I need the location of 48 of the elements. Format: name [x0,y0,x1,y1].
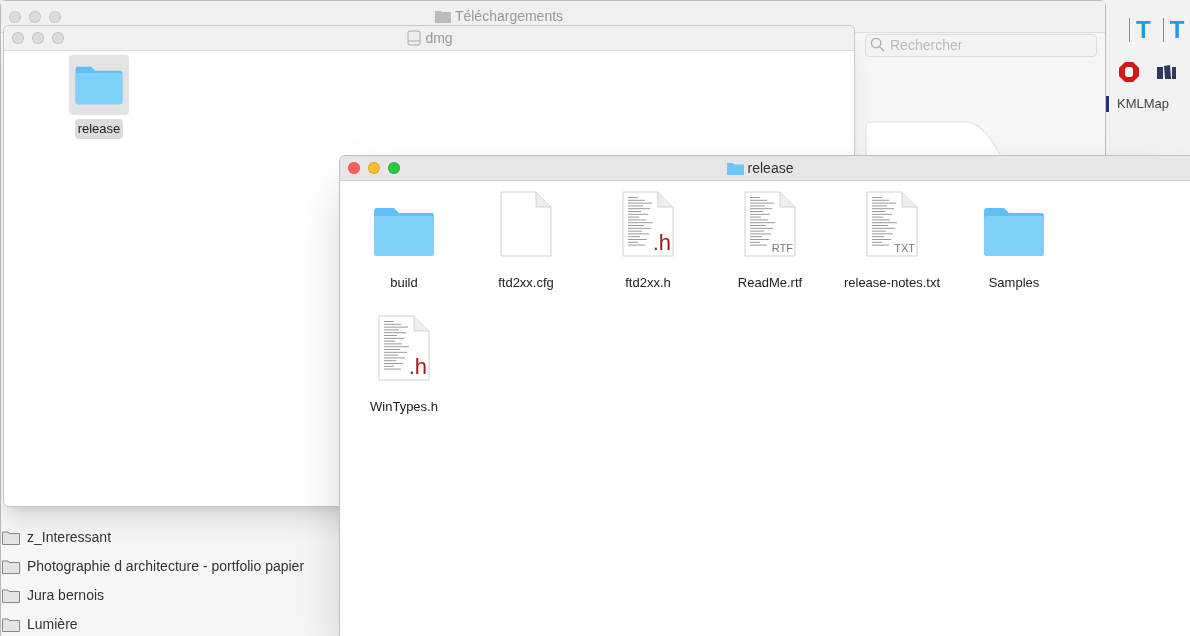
file-name[interactable]: build [386,273,422,293]
zoom-button[interactable] [52,32,64,44]
close-button[interactable] [12,32,24,44]
zoom-button[interactable] [49,10,61,23]
file-name[interactable]: ftd2xx.h [621,273,675,293]
folder-name[interactable]: z_Interessant [27,527,112,548]
folder-tile[interactable] [69,55,129,115]
zoom-button[interactable] [388,162,400,174]
folder-icon [982,207,1046,257]
close-button[interactable] [9,10,21,23]
folder-icon [2,588,20,603]
file-name[interactable]: ReadMe.rtf [733,273,807,293]
folder-icon [434,10,451,23]
folder-icon [2,559,20,574]
file-type-label: TXT [894,243,915,254]
file-type-label: .h [652,232,671,254]
minimize-button[interactable] [29,10,41,23]
window-title: dmg [425,28,453,48]
file-name[interactable]: WinTypes.h [366,397,442,417]
document-icon [500,191,552,257]
folder-name[interactable]: Lumière [27,614,78,635]
books-icon[interactable] [1155,65,1177,79]
folder-icon [74,65,124,105]
file-name[interactable]: ftd2xx.cfg [494,273,558,293]
folder-icon [2,530,20,545]
document-icon [378,315,430,381]
bookmark-link[interactable]: KMLMap [1117,94,1170,114]
document-icon [866,191,918,257]
file-type-label: RTF [771,243,793,254]
search-icon [870,37,885,52]
folder-name[interactable]: Photographie d architecture - portfolio papier [27,556,305,577]
document-icon [622,191,674,257]
file-type-label: .h [408,356,427,378]
file-name[interactable]: release [74,119,124,139]
window-title: release [747,158,794,178]
file-name[interactable]: Samples [984,273,1044,293]
folder-name[interactable]: Jura bernois [27,585,105,606]
file-name[interactable]: release-notes.txt [839,273,945,293]
minimize-button[interactable] [32,32,44,44]
folder-icon [726,161,744,175]
search-field[interactable]: Rechercher [865,33,1097,57]
folder-icon [372,207,436,257]
window-title: Téléchargements [454,7,564,26]
close-button[interactable] [348,162,360,174]
minimize-button[interactable] [368,162,380,174]
folder-icon [2,617,20,632]
document-icon [744,191,796,257]
stop-hand-icon[interactable] [1119,62,1139,82]
